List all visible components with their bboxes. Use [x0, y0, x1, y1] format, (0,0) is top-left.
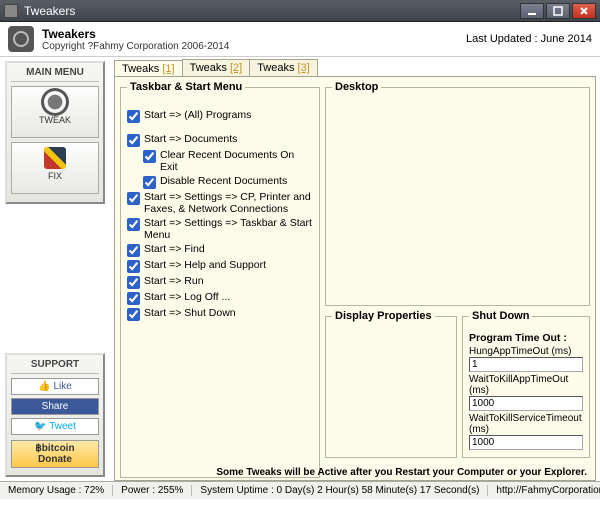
main-menu-panel: MAIN MENU TWEAK FIX	[5, 61, 105, 204]
main-menu-title: MAIN MENU	[11, 67, 99, 82]
cb-disable-recent[interactable]: Disable Recent Documents	[143, 175, 313, 189]
waitsvc-input[interactable]	[469, 435, 583, 450]
last-updated: Last Updated : June 2014	[466, 33, 592, 45]
shutdown-heading: Program Time Out :	[469, 332, 583, 344]
group-desktop-title: Desktop	[332, 81, 381, 93]
cb-logoff[interactable]: Start => Log Off ...	[127, 291, 313, 305]
tabs: Tweaks [1] Tweaks [2] Tweaks [3]	[114, 59, 596, 76]
group-display-title: Display Properties	[332, 310, 435, 322]
cb-all-programs[interactable]: Start => (All) Programs	[127, 109, 313, 123]
waitkill-label: WaitToKillAppTimeOut (ms)	[469, 374, 583, 396]
tweak-button-label: TWEAK	[39, 115, 71, 125]
tools-icon	[44, 147, 66, 169]
status-url[interactable]: http://FahmyCorporation.com	[488, 485, 600, 496]
sidebar: MAIN MENU TWEAK FIX SUPPORT 👍 Like Share…	[0, 57, 110, 481]
close-button[interactable]	[572, 3, 596, 19]
app-icon	[4, 4, 18, 18]
tab-tweaks-1[interactable]: Tweaks [1]	[114, 60, 183, 77]
cb-shutdown[interactable]: Start => Shut Down	[127, 307, 313, 321]
hung-input[interactable]	[469, 357, 583, 372]
hung-label: HungAppTimeOut (ms)	[469, 346, 583, 357]
group-display-properties: Display Properties	[325, 310, 457, 458]
tweet-button[interactable]: 🐦 Tweet	[11, 418, 99, 435]
gear-icon	[44, 91, 66, 113]
cb-clear-recent[interactable]: Clear Recent Documents On Exit	[143, 149, 313, 173]
tab-body: Taskbar & Start Menu Start => (All) Prog…	[114, 76, 596, 481]
maximize-button[interactable]	[546, 3, 570, 19]
group-desktop: Desktop	[325, 81, 590, 306]
cb-settings-taskbar[interactable]: Start => Settings => Taskbar & Start Men…	[127, 217, 313, 241]
fix-button[interactable]: FIX	[11, 142, 99, 194]
support-title: SUPPORT	[11, 359, 99, 374]
status-memory: Memory Usage : 72%	[0, 485, 113, 496]
support-panel: SUPPORT 👍 Like Share 🐦 Tweet ฿bitcoinDon…	[5, 353, 105, 477]
cb-settings-cp[interactable]: Start => Settings => CP, Printer and Fax…	[127, 191, 313, 215]
cb-help[interactable]: Start => Help and Support	[127, 259, 313, 273]
status-uptime: System Uptime : 0 Day(s) 2 Hour(s) 58 Mi…	[192, 485, 488, 496]
like-button[interactable]: 👍 Like	[11, 378, 99, 395]
group-taskbar-startmenu: Taskbar & Start Menu Start => (All) Prog…	[120, 81, 320, 478]
tab-tweaks-2[interactable]: Tweaks [2]	[182, 59, 251, 76]
group-taskbar-title: Taskbar & Start Menu	[127, 81, 245, 93]
waitsvc-label: WaitToKillServiceTimeout (ms)	[469, 413, 583, 435]
window-title: Tweakers	[24, 4, 518, 18]
restart-note: Some Tweaks will be Active after you Res…	[216, 467, 587, 478]
app-copyright: Copyright ?Fahmy Corporation 2006-2014	[42, 41, 229, 52]
app-header: Tweakers Copyright ?Fahmy Corporation 20…	[0, 22, 600, 57]
donate-button[interactable]: ฿bitcoinDonate	[11, 440, 99, 468]
share-button[interactable]: Share	[11, 398, 99, 415]
tweak-button[interactable]: TWEAK	[11, 86, 99, 138]
cb-documents[interactable]: Start => Documents	[127, 133, 313, 147]
cb-find[interactable]: Start => Find	[127, 243, 313, 257]
app-name: Tweakers	[42, 27, 229, 41]
main-area: Tweaks [1] Tweaks [2] Tweaks [3] Taskbar…	[110, 57, 600, 481]
cb-run[interactable]: Start => Run	[127, 275, 313, 289]
group-shutdown-title: Shut Down	[469, 310, 532, 322]
minimize-button[interactable]	[520, 3, 544, 19]
waitkill-input[interactable]	[469, 396, 583, 411]
fix-button-label: FIX	[48, 171, 62, 181]
window-titlebar: Tweakers	[0, 0, 600, 22]
status-bar: Memory Usage : 72% Power : 255% System U…	[0, 481, 600, 499]
group-shutdown: Shut Down Program Time Out : HungAppTime…	[462, 310, 590, 458]
status-power: Power : 255%	[113, 485, 192, 496]
tab-tweaks-3[interactable]: Tweaks [3]	[249, 59, 318, 76]
gear-logo-icon	[8, 26, 34, 52]
